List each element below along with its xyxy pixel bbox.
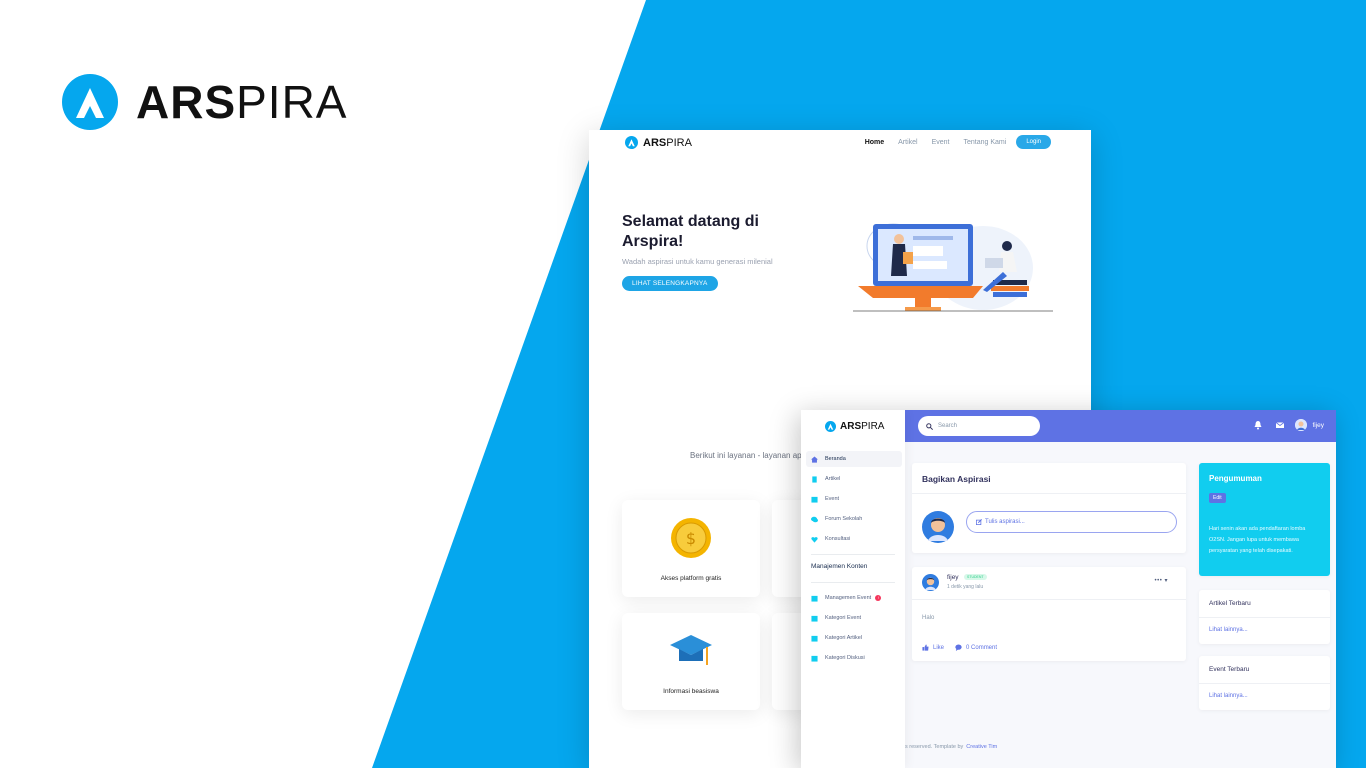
bell-icon[interactable] (1253, 420, 1263, 430)
sidebar-item-managemen-event[interactable]: Managemen Event ! (806, 590, 902, 606)
post-time: 1 detik yang lalu (947, 584, 984, 590)
announcement-body: Hari senin akan ada pendaftaran lomba O2… (1209, 526, 1306, 554)
card-label: Informasi beasiswa (663, 688, 719, 695)
heart-icon (811, 536, 818, 543)
see-more-articles-link[interactable]: Lihat lainnya... (1209, 627, 1248, 633)
sidebar-item-konsultasi[interactable]: Konsultasi (806, 531, 902, 547)
sidebar-logo[interactable]: ARSPIRA (825, 421, 884, 432)
hero-title: Selamat datang di Arspira! (622, 213, 759, 250)
arspira-logo-icon (825, 421, 836, 432)
sidebar-section-title: Manajemen Konten (811, 563, 868, 570)
graduation-cap-icon (670, 635, 712, 665)
sidebar-item-kategori-artikel[interactable]: Kategori Artikel (806, 630, 902, 646)
arspira-logo-icon (625, 136, 638, 149)
like-button[interactable]: Like (922, 644, 944, 651)
share-title: Bagikan Aspirasi (922, 474, 991, 484)
edit-icon (976, 519, 982, 525)
role-badge: STUDENT (964, 574, 987, 580)
feature-card: $ Akses platform gratis (622, 500, 760, 597)
latest-events-title: Event Terbaru (1209, 666, 1250, 673)
document-icon (812, 475, 817, 483)
dollar-coin-icon: $ (671, 518, 711, 558)
sidebar-item-forum-sekolah[interactable]: Forum Sekolah (806, 511, 902, 527)
calendar-icon (811, 496, 818, 503)
post-options-button[interactable]: ••• ▾ (1155, 577, 1169, 584)
brand-logo-large: ARSPIRA (62, 74, 348, 130)
user-name: fijey (1312, 421, 1324, 429)
landing-logo[interactable]: ARSPIRA (625, 136, 692, 149)
divider (1199, 617, 1330, 618)
nav-tentang-kami[interactable]: Tentang Kami (964, 139, 1007, 146)
share-aspiration-card: Bagikan Aspirasi Tulis aspirasi... (912, 463, 1186, 553)
divider (1199, 683, 1330, 684)
sidebar-divider (811, 582, 895, 583)
post-card: fijey STUDENT 1 detik yang lalu ••• ▾ Ha… (912, 567, 1186, 661)
hero-illustration (853, 223, 1053, 312)
comment-icon (955, 644, 962, 651)
dashboard-topbar: Search fijey (905, 410, 1336, 442)
landing-menu: Home Artikel Event Tentang Kami Login (851, 135, 1051, 149)
dashboard-sidebar: ARSPIRA Beranda Artikel Event Forum Seko… (801, 410, 905, 768)
sidebar-item-artikel[interactable]: Artikel (806, 471, 902, 487)
avatar (1295, 419, 1308, 431)
brand-name: ARSPIRA (136, 76, 348, 128)
avatar (922, 511, 954, 543)
topbar-actions: fijey (1241, 419, 1324, 431)
nav-home[interactable]: Home (865, 139, 884, 146)
search-icon (926, 422, 933, 430)
notification-badge: ! (875, 595, 882, 601)
nav-event[interactable]: Event (932, 139, 950, 146)
latest-articles-title: Artikel Terbaru (1209, 600, 1251, 607)
write-aspiration-button[interactable]: Tulis aspirasi... (966, 511, 1177, 533)
see-more-events-link[interactable]: Lihat lainnya... (1209, 693, 1248, 699)
announcement-title: Pengumuman (1209, 474, 1262, 483)
post-actions: Like 0 Comment (922, 644, 1008, 651)
nav-artikel[interactable]: Artikel (898, 139, 917, 146)
chat-icon (811, 516, 818, 522)
landing-navbar: ARSPIRA Home Artikel Event Tentang Kami … (589, 130, 1091, 156)
svg-text:$: $ (686, 529, 696, 548)
arspira-logo-icon (62, 74, 118, 130)
announcement-card: Pengumuman Edit Hari senin akan ada pend… (1199, 463, 1330, 576)
mail-icon[interactable] (1275, 420, 1285, 430)
calendar-icon (811, 615, 818, 622)
services-intro-text: Berikut ini layanan - layanan apa s (690, 451, 813, 460)
thumbs-up-icon (922, 644, 929, 651)
login-button[interactable]: Login (1016, 135, 1051, 149)
feature-card: Informasi beasiswa (622, 613, 760, 710)
sidebar-divider (811, 554, 895, 555)
creative-tim-link[interactable]: Creative Tim (966, 744, 997, 750)
see-more-button[interactable]: LIHAT SELENGKAPNYA (622, 276, 718, 291)
divider (912, 493, 1186, 494)
latest-articles-card: Artikel Terbaru Lihat lainnya... (1199, 590, 1330, 644)
dashboard-mockup: Search fijey ARSPIRA Beranda Artikel Eve… (801, 410, 1336, 768)
comment-button[interactable]: 0 Comment (955, 644, 997, 651)
card-label: Akses platform gratis (660, 575, 722, 582)
calendar-icon (811, 635, 818, 642)
sidebar-item-kategori-diskusi[interactable]: Kategori Diskusi (806, 650, 902, 666)
sidebar-item-beranda[interactable]: Beranda (806, 451, 902, 467)
hero-subtitle: Wadah aspirasi untuk kamu generasi milen… (622, 257, 773, 266)
edit-button[interactable]: Edit (1209, 493, 1226, 503)
search-input[interactable]: Search (918, 416, 1040, 436)
post-content: Halo (922, 615, 935, 621)
home-icon (811, 455, 818, 463)
avatar (922, 574, 939, 591)
sidebar-item-kategori-event[interactable]: Kategori Event (806, 610, 902, 626)
calendar-icon (811, 595, 818, 602)
calendar-icon (811, 655, 818, 662)
divider (912, 599, 1186, 600)
sidebar-item-event[interactable]: Event (806, 491, 902, 507)
post-author[interactable]: fijey (947, 574, 959, 581)
dashboard-footer: s reserved. Template by Creative Tim (905, 744, 998, 750)
latest-events-card: Event Terbaru Lihat lainnya... (1199, 656, 1330, 710)
user-menu[interactable]: fijey (1295, 419, 1324, 431)
